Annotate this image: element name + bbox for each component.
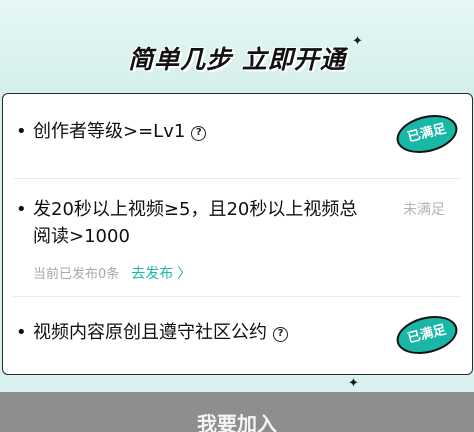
requirement-label: 创作者等级>=Lv1 (33, 121, 186, 142)
published-count: 当前已发布0条 (33, 267, 120, 282)
requirement-text: 视频内容原创且遵守社区公约? (33, 319, 288, 346)
chevron-right-icon[interactable]: 〉 (177, 266, 191, 282)
requirement-text-line1: 发20秒以上视频≥5，且20秒以上视频总 (33, 199, 358, 220)
go-publish-link[interactable]: 去发布 (131, 266, 173, 282)
requirements-card: • 创作者等级>=Lv1? 已满足 • 发20秒以上视频≥5，且20秒以上视频总… (2, 93, 473, 375)
status-stamp-met: 已满足 (392, 310, 462, 360)
page-title: 简单几步 立即开通 (128, 45, 346, 74)
requirement-text: 创作者等级>=Lv1? (33, 118, 207, 145)
status-unmet: 未满足 (403, 202, 445, 218)
sparkle-icon: ✦ (348, 376, 359, 391)
bullet: • (16, 322, 27, 343)
bullet: • (16, 199, 27, 220)
join-button[interactable]: 我要加入 (0, 408, 474, 432)
bullet: • (16, 121, 27, 142)
requirement-row-original: • 视频内容原创且遵守社区公约? 已满足 (3, 297, 472, 375)
requirement-text-line2: 阅读>1000 (33, 226, 130, 247)
question-circle-icon[interactable]: ? (191, 126, 207, 141)
publish-status-row: 当前已发布0条 去发布〉 (33, 263, 191, 283)
status-stamp-met: 已满足 (392, 109, 462, 159)
requirement-row-level: • 创作者等级>=Lv1? 已满足 (3, 94, 472, 178)
sparkle-icon: ✦ (352, 34, 363, 49)
requirement-label: 视频内容原创且遵守社区公约 (33, 322, 267, 343)
requirement-row-video: • 发20秒以上视频≥5，且20秒以上视频总 阅读>1000 未满足 当前已发布… (3, 179, 472, 296)
question-circle-icon[interactable]: ? (273, 327, 288, 342)
